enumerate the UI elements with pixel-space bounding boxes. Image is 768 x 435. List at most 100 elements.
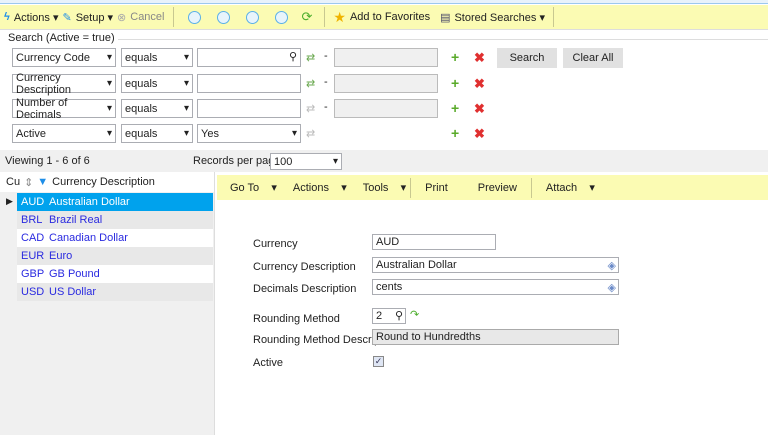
search-field-select[interactable]: Number of Decimals [12,96,116,121]
remove-criteria-icon[interactable]: ✖ [474,50,485,66]
cancel-button[interactable]: Cancel [130,11,164,23]
list-item[interactable]: AUD Australian Dollar [17,193,213,211]
list-item[interactable]: CAD Canadian Dollar [17,229,213,247]
top-tab-strip [0,0,768,4]
search-range-end-input [334,99,438,118]
last-record-icon[interactable] [274,10,288,24]
separator [324,7,326,27]
search-icon[interactable]: ⚲ [289,50,297,63]
add-to-favorites-button[interactable]: Add to Favorites [350,11,430,23]
rounding-method-description-field: Round to Hundredths [372,329,619,345]
active-checkbox[interactable]: ✓ [373,356,384,367]
search-range-end-input [334,74,438,93]
actions-label: Actions [13,11,50,24]
search-field-select[interactable]: Currency Code [12,48,116,67]
search-field-value: Number of Decimals [16,96,68,121]
detail-toolbar: Go To ▾ Actions ▾ Tools ▾ Print Preview … [217,175,768,200]
divider [118,39,768,40]
remove-criteria-icon[interactable]: ✖ [474,101,485,117]
currency-description: Canadian Dollar [49,232,128,244]
lightning-icon: ϟ [4,11,10,23]
active-label: Active [253,357,283,369]
currency-field[interactable]: AUD [372,234,496,250]
search-field-select[interactable]: Active [12,124,116,143]
range-toggle-icon[interactable]: ⇄ [306,102,315,115]
list-item[interactable]: USD US Dollar [17,283,213,301]
search-field-select[interactable]: Currency Description [12,71,116,96]
currency-code: BRL [21,214,43,226]
remove-criteria-icon[interactable]: ✖ [474,126,485,142]
search-value: Yes [201,127,219,140]
search-operator-select[interactable]: equals [121,48,193,67]
rounding-method-description-value: Round to Hundredths [376,331,481,343]
decimals-description-field[interactable]: cents ◈ [372,279,619,295]
separator [410,177,412,198]
setup-menu[interactable]: Setup ▾ [76,11,113,24]
cancel-icon: ⊗ [117,11,127,24]
search-operator-select[interactable]: equals [121,124,193,143]
currency-description-label: Currency Description [253,261,356,273]
list-item[interactable]: BRL Brazil Real [17,211,213,229]
filter-icon[interactable]: ▼ [37,176,48,188]
previous-record-icon[interactable] [216,10,230,24]
sort-icon[interactable]: ⇕ [24,176,33,189]
search-operator-select[interactable]: equals [121,74,193,93]
search-field-value: Currency Code [16,51,90,64]
attach-label: Attach [545,182,578,194]
go-to-icon[interactable]: ↷ [410,308,419,321]
range-toggle-icon[interactable]: ⇄ [306,51,315,64]
search-operator-select[interactable]: equals [121,99,193,118]
stored-searches-label: Stored Searches [454,11,537,24]
currency-code: GBP [21,268,45,280]
print-button[interactable]: Print [425,182,448,194]
rounding-method-label: Rounding Method [253,313,340,325]
range-dash: - [324,101,328,113]
tools-menu[interactable]: Tools ▾ [363,181,406,194]
first-record-icon[interactable] [187,10,201,24]
translate-icon[interactable]: ◈ [608,259,616,272]
goto-menu[interactable]: Go To ▾ [230,181,277,194]
add-criteria-icon[interactable]: + [451,125,459,141]
search-button[interactable]: Search [497,48,557,68]
list-item[interactable]: GBP GB Pound [17,265,213,283]
list-panel: Cu ⇕ ▼ Currency Description ▶ AUD Austral… [0,172,215,435]
refresh-icon[interactable]: ⟳ [302,9,313,25]
search-operator-value: equals [125,77,158,90]
column-header-description[interactable]: Currency Description [52,176,155,188]
actions-menu-detail[interactable]: Actions ▾ [293,181,347,194]
currency-description-field[interactable]: Australian Dollar ◈ [372,257,619,273]
search-value-input[interactable] [197,99,301,118]
main-toolbar: ϟ Actions ▾ ✎ Setup ▾ ⊗ Cancel ⟳ ★ Add t… [0,5,768,30]
search-value-input[interactable] [197,74,301,93]
rounding-method-field[interactable]: 2 ⚲ [372,308,406,324]
list-item[interactable]: EUR Euro [17,247,213,265]
search-value-input[interactable]: ⚲ [197,48,301,67]
add-criteria-icon[interactable]: + [451,100,459,116]
search-operator-value: equals [125,102,158,115]
stored-searches-icon: ▤ [440,11,451,24]
add-criteria-icon[interactable]: + [451,75,459,91]
attach-menu[interactable]: Attach ▾ [546,181,595,194]
column-header-code[interactable]: Cu [6,176,20,188]
range-toggle-icon[interactable]: ⇄ [306,77,315,90]
remove-criteria-icon[interactable]: ✖ [474,76,485,92]
currency-code: USD [21,286,45,298]
currency-code: AUD [21,196,45,208]
add-criteria-icon[interactable]: + [451,49,459,65]
decimals-description-label: Decimals Description [253,283,357,295]
actions-menu[interactable]: Actions ▾ [14,11,59,24]
separator [552,7,554,27]
clear-all-button[interactable]: Clear All [563,48,623,68]
search-value-input[interactable]: Yes [197,124,301,143]
search-title: Search (Active = true) [8,32,115,44]
search-range-end-input [334,48,438,67]
search-field-value: Currency Description [16,71,72,96]
currency-label: Currency [253,238,298,250]
stored-searches-menu[interactable]: Stored Searches ▾ [454,11,545,24]
next-record-icon[interactable] [245,10,259,24]
range-toggle-icon[interactable]: ⇄ [306,127,315,140]
preview-button[interactable]: Preview [478,182,517,194]
records-per-page-select[interactable]: 100 [270,153,342,170]
translate-icon[interactable]: ◈ [608,281,616,294]
lookup-icon[interactable]: ⚲ [395,309,403,322]
